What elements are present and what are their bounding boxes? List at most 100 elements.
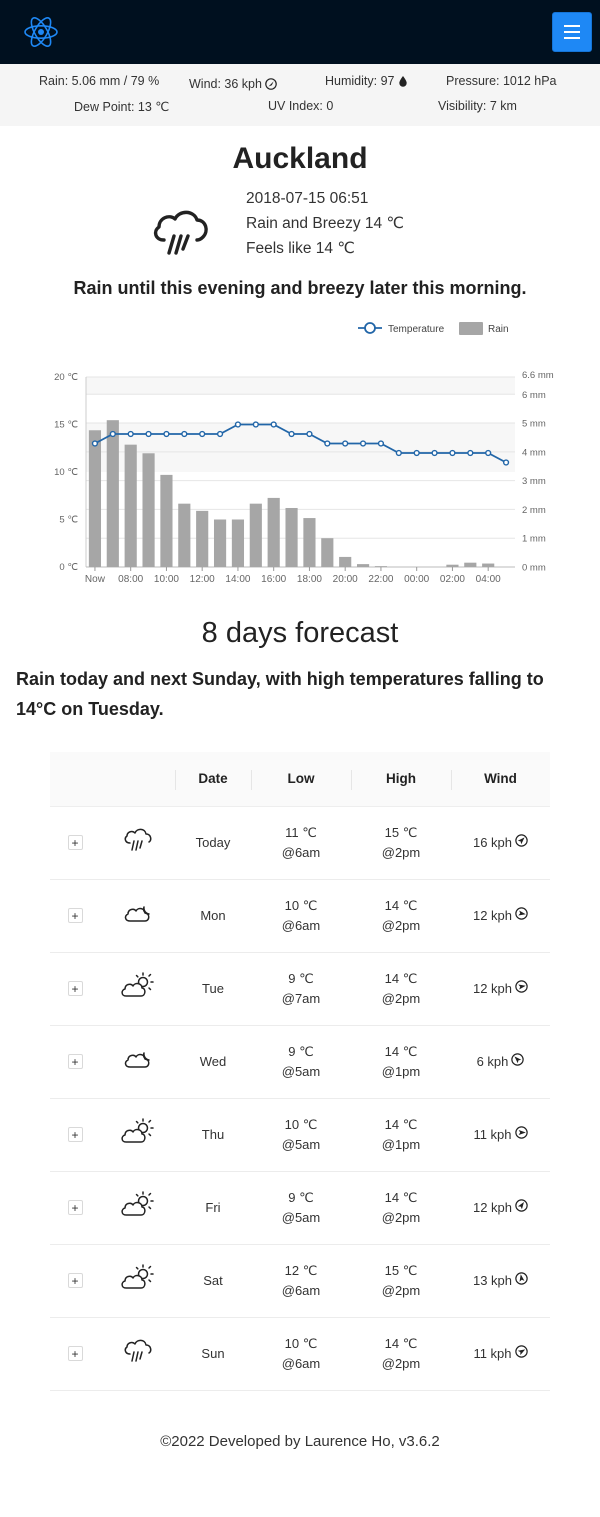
forecast-high: 14 ℃ @1pm	[351, 1098, 451, 1172]
temperature-point	[413, 449, 420, 457]
expand-row-button[interactable]: +	[67, 1346, 83, 1361]
forecast-row: + Mon 10 ℃ @6am 14 ℃ @2pm 12 kph	[50, 879, 550, 953]
y-right-tick-label: 6.6 mm	[522, 370, 554, 381]
rain-bar	[482, 563, 495, 567]
rain-bar	[106, 420, 119, 567]
forecast-table: Date Low High Wind + Today 11 ℃ @6am 15 ℃…	[50, 752, 550, 1391]
stat-humidity: Humidity: 97	[325, 74, 409, 88]
expand-row-button[interactable]: +	[67, 1200, 83, 1215]
header-icon	[100, 752, 175, 807]
partly-cloudy-day-icon	[120, 971, 156, 1004]
x-tick-label: 12:00	[190, 574, 215, 585]
temperature-point	[395, 449, 402, 457]
forecast-wind: 16 kph	[451, 806, 550, 880]
rain-bar	[178, 503, 191, 567]
temperature-point	[288, 430, 295, 438]
x-tick-label: 02:00	[440, 574, 465, 585]
y-right-tick-label: 4 mm	[522, 447, 546, 458]
forecast-low: 10 ℃ @6am	[251, 879, 351, 953]
x-tick-label: 14:00	[225, 574, 250, 585]
x-tick-label: 00:00	[404, 574, 429, 585]
temperature-point	[109, 430, 116, 438]
forecast-row: + Sat 12 ℃ @6am 15 ℃ @2pm 13 kph	[50, 1244, 550, 1318]
temperature-point	[145, 430, 152, 438]
forecast-row: + Today 11 ℃ @6am 15 ℃ @2pm 16 kph	[50, 806, 550, 880]
forecast-title: 8 days forecast	[201, 617, 399, 649]
rain-bar	[142, 453, 155, 567]
y-right-tick-label: 1 mm	[522, 534, 546, 545]
temperature-point	[181, 430, 188, 438]
forecast-day: Thu	[175, 1098, 251, 1172]
stat-visibility: Visibility: 7 km	[438, 99, 517, 113]
wind-direction-icon	[515, 1271, 528, 1291]
temperature-point	[431, 449, 438, 457]
cloudy-night-icon	[122, 1051, 154, 1076]
y-left-tick-label: 0 ℃	[59, 562, 78, 573]
y-left-tick-label: 10 ℃	[54, 467, 78, 478]
forecast-wind: 12 kph	[451, 879, 550, 953]
forecast-low: 9 ℃ @5am	[251, 1171, 351, 1245]
rain-bar	[339, 556, 352, 567]
header-low: Low	[251, 752, 351, 807]
y-right-tick-label: 2 mm	[522, 505, 546, 516]
wind-direction-icon	[515, 906, 528, 926]
stat-dew-point: Dew Point: 13 ℃	[74, 100, 170, 114]
expand-row-button[interactable]: +	[67, 1127, 83, 1142]
legend-temperature-label: Temperature	[388, 324, 445, 335]
y-left-tick-label: 5 ℃	[59, 515, 78, 526]
current-details: 2018-07-15 06:51 Rain and Breezy 14 ℃ Fe…	[246, 186, 404, 261]
temperature-point	[377, 440, 385, 447]
temperature-point	[449, 449, 456, 457]
footer: ©2022 Developed by Laurence Ho, v3.6.2	[160, 1432, 440, 1450]
chart-band	[86, 377, 515, 395]
current-condition: Rain and Breezy 14 ℃	[246, 215, 404, 232]
rain-icon	[122, 828, 154, 857]
current-conditions: 2018-07-15 06:51 Rain and Breezy 14 ℃ Fe…	[0, 186, 600, 276]
stat-uv-index: UV Index: 0	[268, 99, 334, 113]
temperature-point	[467, 449, 474, 457]
partly-cloudy-day-icon	[120, 1263, 156, 1296]
forecast-wind: 12 kph	[451, 1171, 550, 1245]
expand-row-button[interactable]: +	[67, 835, 83, 850]
hourly-summary: Rain until this evening and breezy later…	[73, 278, 527, 298]
temperature-point	[306, 430, 313, 438]
expand-row-button[interactable]: +	[67, 908, 83, 923]
expand-row-button[interactable]: +	[67, 1273, 83, 1288]
expand-row-button[interactable]: +	[67, 1054, 83, 1069]
forecast-day: Wed	[175, 1025, 251, 1099]
x-tick-label: 16:00	[261, 574, 286, 585]
forecast-low: 11 ℃ @6am	[251, 806, 351, 880]
rain-bar	[124, 444, 137, 567]
forecast-table-header: Date Low High Wind	[50, 752, 550, 807]
forecast-wind: 12 kph	[451, 952, 550, 1026]
rain-bar	[267, 497, 280, 567]
forecast-low: 9 ℃ @7am	[251, 952, 351, 1026]
header-high: High	[351, 752, 451, 807]
forecast-low: 10 ℃ @6am	[251, 1317, 351, 1391]
expand-row-button[interactable]: +	[67, 981, 83, 996]
forecast-row: + Fri 9 ℃ @5am 14 ℃ @2pm 12 kph	[50, 1171, 550, 1245]
temperature-point	[359, 440, 367, 447]
x-tick-label: 18:00	[297, 574, 322, 585]
rain-bar	[464, 562, 477, 567]
wind-direction-icon	[515, 1198, 528, 1218]
stat-wind: Wind: 36 kph	[189, 77, 277, 91]
forecast-low: 9 ℃ @5am	[251, 1025, 351, 1099]
forecast-day: Sun	[175, 1317, 251, 1391]
y-right-tick-label: 5 mm	[522, 419, 546, 430]
react-logo-icon[interactable]	[22, 13, 60, 51]
forecast-day: Sat	[175, 1244, 251, 1318]
hamburger-menu-icon[interactable]	[552, 12, 592, 52]
stat-pressure: Pressure: 1012 hPa	[446, 74, 557, 88]
x-tick-label: 08:00	[118, 574, 143, 585]
temperature-point	[485, 449, 492, 457]
rain-bar	[303, 518, 316, 567]
temperature-point	[324, 440, 331, 447]
x-tick-label: 22:00	[368, 574, 393, 585]
current-stats-strip: Rain: 5.06 mm / 79 % Wind: 36 kph Humidi…	[0, 64, 600, 126]
forecast-row: + Tue 9 ℃ @7am 14 ℃ @2pm 12 kph	[50, 952, 550, 1026]
forecast-high: 14 ℃ @2pm	[351, 1317, 451, 1391]
temperature-point	[163, 430, 170, 438]
temperature-point	[342, 440, 349, 447]
y-right-tick-label: 3 mm	[522, 476, 546, 487]
